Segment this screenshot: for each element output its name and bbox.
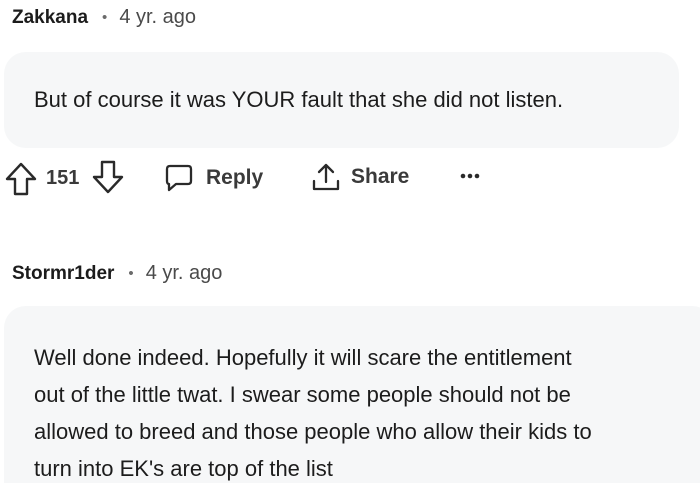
reply-button[interactable]: Reply: [164, 163, 263, 193]
share-upload-icon: [312, 163, 340, 191]
comment-text-line: Well done indeed. Hopefully it will scar…: [34, 345, 572, 370]
downvote-button[interactable]: [91, 159, 125, 195]
upvote-button[interactable]: [4, 161, 38, 197]
comment-timestamp: 4 yr. ago: [145, 262, 223, 284]
comment-body: Well done indeed. Hopefully it will scar…: [4, 306, 700, 483]
separator-dot: •: [128, 265, 134, 282]
ellipsis-icon: [460, 173, 480, 179]
downvote-arrow-icon: [92, 160, 124, 194]
comment-text: But of course it was YOUR fault that she…: [34, 87, 564, 112]
comment-action-bar: 151 Reply Share: [0, 155, 700, 201]
comment-author[interactable]: Stormr1der: [12, 263, 114, 285]
comment-text-line: allowed to breed and those people who al…: [34, 419, 592, 444]
upvote-arrow-icon: [5, 162, 37, 196]
comment-header: Zakkana • 4 yr. ago: [12, 6, 196, 29]
share-button[interactable]: Share: [311, 161, 409, 193]
comment-timestamp: 4 yr. ago: [119, 6, 197, 28]
reply-label: Reply: [206, 166, 264, 189]
vote-score: 151: [46, 167, 80, 189]
comment-text-line: out of the little twat. I swear some peo…: [34, 382, 571, 407]
comment-header: Stormr1der • 4 yr. ago: [12, 262, 222, 285]
share-label: Share: [351, 165, 410, 188]
comment-text-line: turn into EK's are top of the list: [34, 456, 333, 481]
more-options-button[interactable]: [459, 165, 481, 187]
separator-dot: •: [102, 9, 108, 26]
speech-bubble-icon: [165, 164, 193, 192]
comment-body: But of course it was YOUR fault that she…: [4, 52, 679, 148]
comment-author[interactable]: Zakkana: [12, 7, 88, 29]
